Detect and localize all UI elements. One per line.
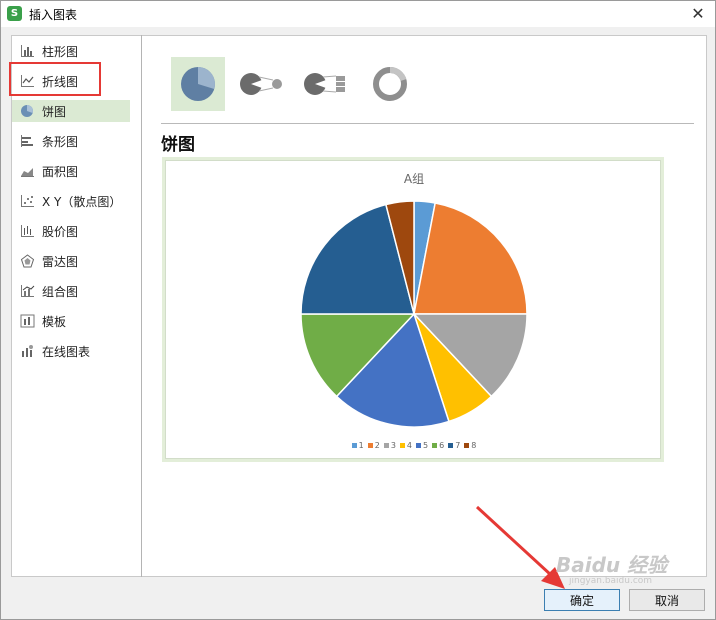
subtype-pie[interactable] (171, 57, 225, 111)
radar-chart-icon (20, 254, 35, 268)
sidebar-item-column[interactable]: 柱形图 (12, 40, 130, 62)
sidebar-item-online[interactable]: 在线图表 (12, 340, 130, 362)
column-chart-icon (21, 45, 34, 57)
insert-chart-dialog: S 插入图表 ✕ 柱形图 折线图 饼图 条形图 面积图 X Y（散点图） 股价图… (0, 0, 716, 620)
baidu-watermark-url: jingyan.baidu.com (569, 576, 653, 586)
legend-item: 7 (448, 441, 460, 450)
sidebar-item-label: 组合图 (42, 284, 79, 299)
close-icon[interactable]: ✕ (687, 3, 709, 25)
sidebar-item-area[interactable]: 面积图 (12, 160, 130, 182)
sidebar-item-label: 雷达图 (42, 254, 79, 269)
legend-label: 6 (439, 441, 445, 450)
sidebar-item-label: 饼图 (42, 104, 67, 119)
legend-item: 4 (399, 441, 412, 450)
legend-item: 1 (351, 441, 364, 450)
section-divider (161, 123, 694, 124)
subtype-bar-of-pie[interactable] (299, 57, 353, 111)
legend-item: 5 (416, 441, 428, 450)
pie-chart-icon (21, 105, 33, 117)
bar-of-pie-subtype-icon (304, 73, 345, 95)
legend-label: 2 (374, 441, 380, 450)
doughnut-subtype-icon (373, 66, 407, 101)
legend-label: 7 (455, 441, 461, 450)
legend-item: 6 (432, 441, 444, 450)
sidebar-item-label: 在线图表 (42, 344, 91, 359)
sidebar-item-combo[interactable]: 组合图 (12, 280, 130, 302)
chart-preview-frame: A组 12345678 (165, 160, 661, 459)
legend-swatch (432, 443, 438, 448)
sidebar-item-template[interactable]: 模板 (12, 310, 130, 332)
legend-item: 2 (367, 441, 380, 450)
sidebar-item-pie[interactable]: 饼图 (12, 100, 130, 122)
chart-type-sidebar: 柱形图 折线图 饼图 条形图 面积图 X Y（散点图） 股价图 雷达图 组合图 … (11, 35, 142, 577)
sidebar-item-label: 柱形图 (42, 44, 79, 59)
legend-swatch (416, 443, 421, 448)
sidebar-item-label: 股价图 (42, 224, 79, 239)
legend-label: 8 (471, 441, 477, 450)
legend-swatch (367, 443, 373, 448)
baidu-watermark: Baidu 经验 (556, 553, 668, 577)
legend-label: 5 (423, 441, 429, 450)
pie-chart (300, 200, 528, 428)
template-icon (20, 314, 35, 328)
wps-app-icon: S (7, 6, 22, 21)
sidebar-item-scatter[interactable]: X Y（散点图） (12, 190, 130, 212)
combo-chart-icon (21, 285, 35, 297)
stock-chart-icon (21, 225, 34, 237)
legend-label: 1 (358, 441, 364, 450)
sidebar-item-radar[interactable]: 雷达图 (12, 250, 130, 272)
subtype-doughnut[interactable] (363, 57, 417, 111)
sidebar-item-label: 面积图 (42, 164, 79, 179)
chart-preview[interactable]: A组 12345678 (162, 157, 664, 462)
scatter-chart-icon (21, 195, 34, 207)
legend-label: 4 (406, 441, 412, 450)
section-title: 饼图 (161, 135, 195, 155)
pie-subtype-icon (181, 67, 215, 101)
legend-swatch (399, 443, 405, 448)
dialog-title: 插入图表 (29, 8, 78, 22)
annotation-highlight-box (9, 62, 101, 96)
online-chart-icon (22, 345, 33, 357)
bar-chart-icon (21, 135, 33, 147)
legend-swatch (383, 443, 389, 448)
sidebar-item-bar[interactable]: 条形图 (12, 130, 130, 152)
sidebar-item-stock[interactable]: 股价图 (12, 220, 130, 242)
cancel-button[interactable]: 取消 (629, 589, 705, 611)
sidebar-item-label: 模板 (42, 314, 67, 329)
chart-legend: 1 2 3 4 5 6 7 8 (166, 441, 662, 450)
legend-item: 3 (383, 441, 396, 450)
pie-of-pie-subtype-icon (240, 73, 282, 95)
legend-item: 8 (464, 441, 476, 450)
title-bar: S 插入图表 ✕ (1, 1, 715, 27)
sidebar-item-label: X Y（散点图） (42, 194, 122, 209)
legend-swatch (448, 443, 454, 448)
legend-label: 3 (390, 441, 396, 450)
area-chart-icon (21, 168, 34, 177)
legend-swatch (464, 443, 470, 448)
sidebar-item-label: 条形图 (42, 134, 79, 149)
subtype-pie-of-pie[interactable] (235, 57, 289, 111)
legend-swatch (351, 443, 357, 448)
